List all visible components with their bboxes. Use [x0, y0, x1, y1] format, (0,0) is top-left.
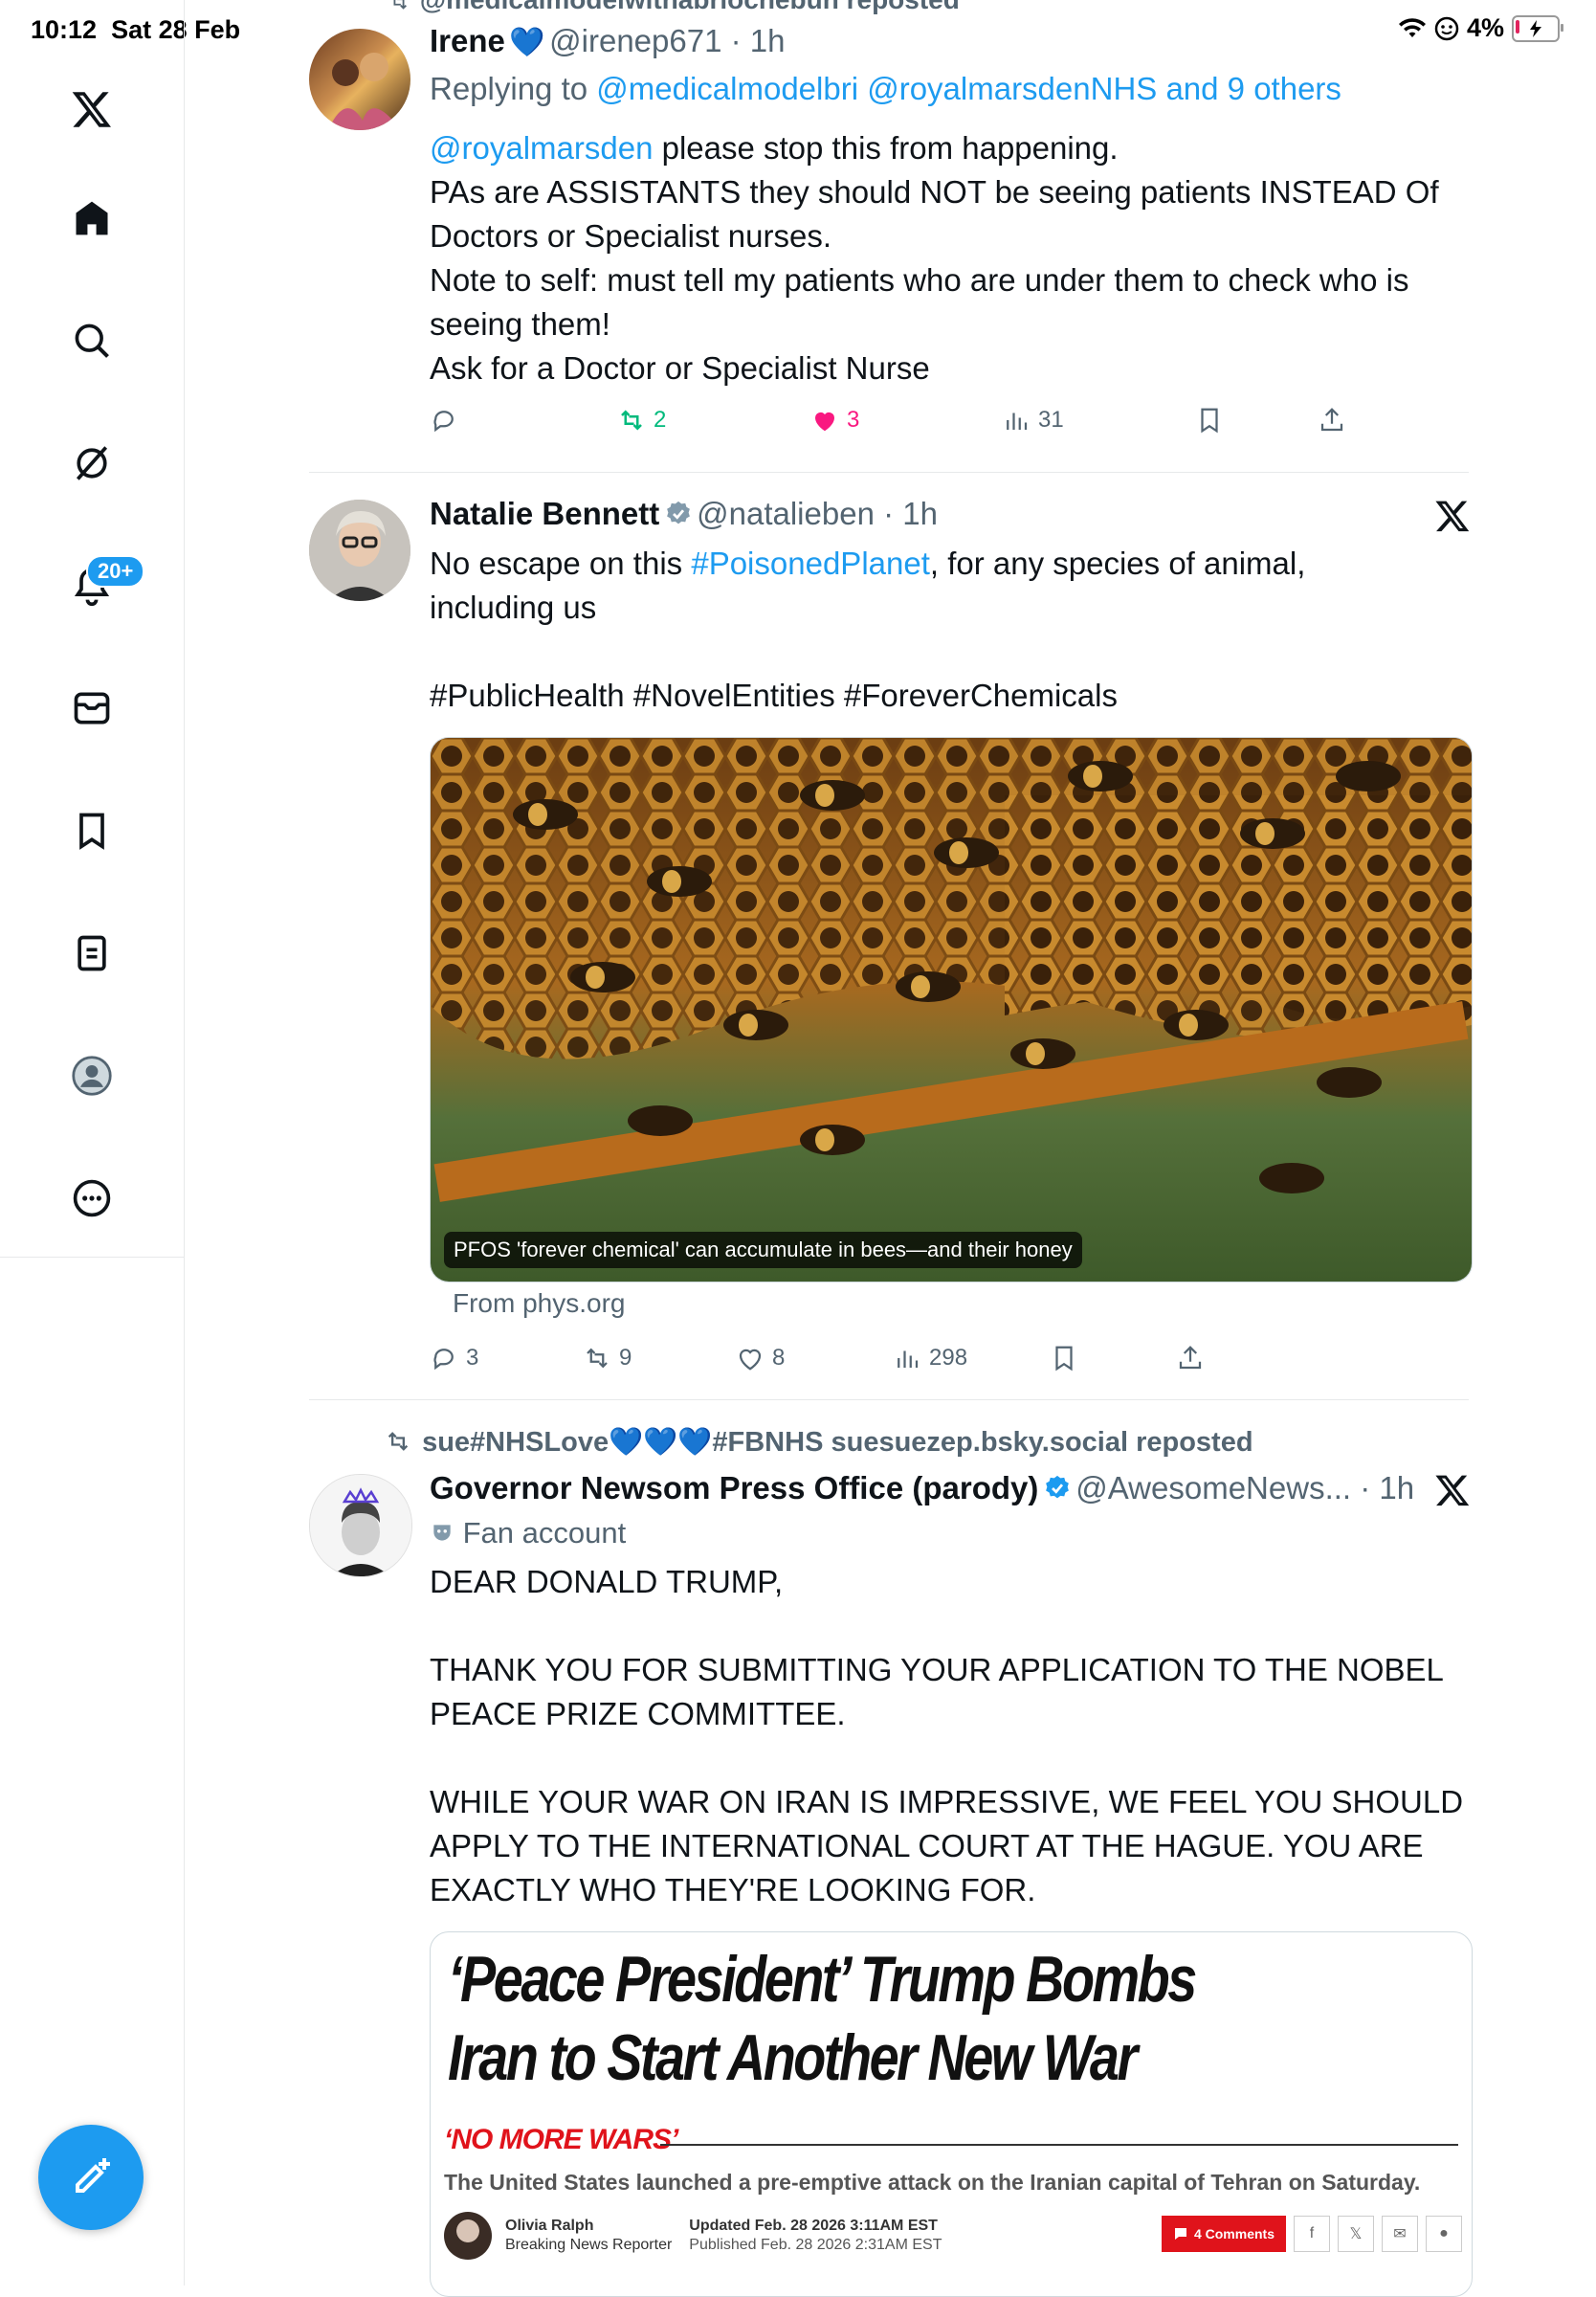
- compose-icon: [76, 2158, 110, 2193]
- x-share-icon: 𝕏: [1338, 2216, 1374, 2252]
- repost-icon: [587, 1348, 608, 1369]
- hashtag-link[interactable]: #PoisonedPlanet: [691, 546, 930, 581]
- tweet-actions: 3 9 8 298: [430, 1344, 1348, 1382]
- replying-to-link[interactable]: @medicalmodelbri @royalmarsdenNHS and 9 …: [596, 71, 1341, 106]
- notifications-badge: 20+: [86, 555, 145, 588]
- heart-icon: [739, 1349, 762, 1371]
- mask-icon: [433, 1525, 451, 1541]
- repost-button[interactable]: 2: [617, 406, 666, 435]
- home-icon[interactable]: [63, 190, 121, 247]
- verified-badge-icon: [666, 501, 690, 524]
- timestamp[interactable]: 1h: [902, 496, 938, 531]
- link-card-image[interactable]: PFOS 'forever chemical' can accumulate i…: [430, 737, 1473, 1282]
- sidebar-divider: [0, 1257, 184, 1258]
- lists-icon[interactable]: [63, 925, 121, 982]
- like-button[interactable]: 3: [810, 406, 859, 435]
- bees-honeycomb-image: [431, 738, 1472, 1282]
- bookmark-icon: [1201, 408, 1218, 434]
- tweet-divider: [309, 472, 1469, 473]
- share-button[interactable]: [1318, 406, 1346, 435]
- x-logo-icon: [1435, 501, 1470, 532]
- verified-badge-icon: [1045, 1475, 1069, 1499]
- repost-icon: [621, 410, 642, 431]
- views-icon: [1007, 413, 1028, 430]
- blue-heart-emoji: 💙: [509, 27, 545, 58]
- views-button[interactable]: 31: [1002, 406, 1064, 435]
- messages-icon[interactable]: [63, 680, 121, 737]
- article-kicker: ‘NO MORE WARS’: [444, 2124, 678, 2155]
- timeline: @medicalmodelwithabriochebun reposted Ir…: [185, 0, 1596, 2297]
- repost-icon: [388, 1432, 409, 1451]
- repost-indicator: @medicalmodelwithabriochebun reposted: [386, 0, 960, 15]
- comments-button: 4 Comments: [1161, 2216, 1286, 2252]
- article-published: Published Feb. 28 2026 2:31AM EST: [689, 2237, 942, 2253]
- avatar[interactable]: [309, 500, 410, 601]
- share-button[interactable]: [1176, 1344, 1205, 1372]
- kicker-rule: [660, 2144, 1458, 2146]
- reply-button[interactable]: [430, 406, 458, 435]
- bookmark-button[interactable]: [1050, 1344, 1078, 1372]
- image-caption: PFOS 'forever chemical' can accumulate i…: [444, 1232, 1082, 1268]
- tweet-actions: 2 3 31: [430, 406, 1348, 444]
- article-updated: Updated Feb. 28 2026 3:11AM EST: [689, 2218, 938, 2234]
- display-name[interactable]: Irene: [430, 23, 505, 58]
- tweet-text: DEAR DONALD TRUMP, THANK YOU FOR SUBMITT…: [430, 1564, 1464, 1907]
- display-name[interactable]: Natalie Bennett: [430, 496, 659, 531]
- hashtag-links[interactable]: #PublicHealth #NovelEntities #ForeverChe…: [430, 674, 1473, 718]
- comment-icon: [1174, 2228, 1186, 2240]
- views-icon: [898, 1350, 919, 1368]
- display-name[interactable]: Governor Newsom Press Office (parody): [430, 1470, 1038, 1505]
- handle[interactable]: @natalieben: [697, 496, 875, 531]
- grok-icon[interactable]: [63, 435, 121, 492]
- profile-icon[interactable]: [63, 1047, 121, 1104]
- repost-indicator: sue#NHSLove💙💙💙#FBNHS suesuezep.bsky.soci…: [382, 1426, 1253, 1459]
- bookmarks-icon[interactable]: [63, 802, 121, 859]
- author-role: Breaking News Reporter: [505, 2237, 673, 2253]
- share-icon: [1179, 1346, 1202, 1370]
- reply-button[interactable]: 3: [430, 1344, 478, 1372]
- author-name: Olivia Ralph: [505, 2218, 594, 2234]
- bookmark-button[interactable]: [1195, 406, 1224, 435]
- heart-filled-icon: [815, 412, 834, 432]
- article-image[interactable]: ‘Peace President’ Trump Bombs Iran to St…: [430, 1931, 1473, 2297]
- timestamp[interactable]: 1h: [750, 23, 786, 58]
- tweet-header: Natalie Bennett @natalieben · 1h: [430, 496, 938, 531]
- article-headline: ‘Peace President’ Trump Bombs Iran to St…: [448, 1943, 1197, 2094]
- repost-button[interactable]: 9: [583, 1344, 632, 1372]
- article-byline: Olivia Ralph Breaking News Reporter Upda…: [444, 2212, 942, 2260]
- avatar[interactable]: [309, 1474, 412, 1577]
- tweet-header: Irene 💙 @irenep671 · 1h: [430, 23, 786, 58]
- timestamp[interactable]: 1h: [1379, 1470, 1414, 1505]
- reddit-icon: ●: [1426, 2216, 1462, 2252]
- tweet-divider: [309, 1399, 1469, 1400]
- email-icon: ✉: [1382, 2216, 1418, 2252]
- handle[interactable]: @irenep671: [549, 23, 721, 58]
- reply-icon: [433, 411, 454, 433]
- x-logo-icon: [1435, 1475, 1470, 1506]
- replying-to: Replying to @medicalmodelbri @royalmarsd…: [430, 71, 1341, 106]
- fan-account-label: Fan account: [430, 1516, 626, 1550]
- avatar[interactable]: [309, 29, 410, 130]
- author-avatar: [444, 2212, 492, 2260]
- views-button[interactable]: 298: [893, 1344, 967, 1372]
- reply-icon: [433, 1349, 454, 1371]
- article-share-buttons: 4 Comments f 𝕏 ✉ ●: [1161, 2216, 1462, 2252]
- tweet-text: @royalmarsden please stop this from happ…: [430, 130, 1439, 386]
- facebook-icon: f: [1294, 2216, 1330, 2252]
- tweet-text: No escape on this #PoisonedPlanet, for a…: [430, 546, 1315, 625]
- compose-button[interactable]: [38, 2125, 144, 2230]
- tweet-header: Governor Newsom Press Office (parody) @A…: [430, 1470, 1415, 1505]
- repost-icon: [393, 0, 407, 10]
- like-button[interactable]: 8: [736, 1344, 785, 1372]
- share-icon: [1320, 408, 1343, 432]
- search-icon[interactable]: [63, 312, 121, 369]
- more-icon[interactable]: [63, 1170, 121, 1227]
- handle[interactable]: @AwesomeNews...: [1075, 1470, 1351, 1505]
- sidebar: 20+: [0, 0, 185, 2286]
- article-subhead: The United States launched a pre-emptive…: [444, 2170, 1421, 2195]
- mention-link[interactable]: @royalmarsden: [430, 130, 653, 166]
- x-logo-icon[interactable]: [63, 80, 121, 138]
- link-source[interactable]: From phys.org: [453, 1288, 626, 1319]
- bookmark-icon: [1055, 1346, 1073, 1372]
